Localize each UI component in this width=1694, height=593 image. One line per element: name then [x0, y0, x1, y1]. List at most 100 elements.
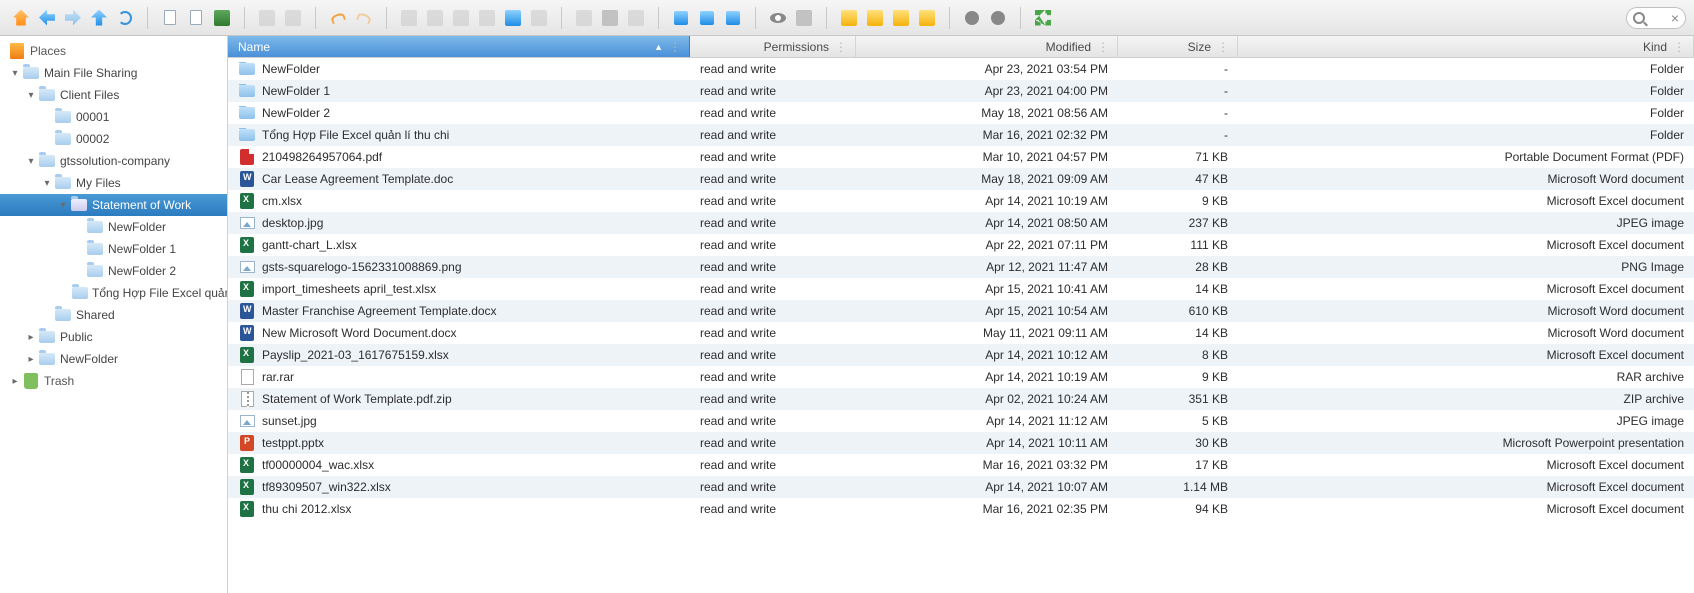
twisty-icon[interactable]	[40, 178, 54, 189]
file-row[interactable]: testppt.pptxread and writeApr 14, 2021 1…	[228, 432, 1694, 454]
twisty-icon[interactable]	[24, 332, 38, 343]
info-button[interactable]	[791, 5, 817, 31]
back-button[interactable]	[34, 5, 60, 31]
new-file-button[interactable]	[183, 5, 209, 31]
file-permissions: read and write	[700, 62, 776, 76]
file-list[interactable]: NewFolderread and writeApr 23, 2021 03:5…	[228, 58, 1694, 593]
new-window-button[interactable]	[157, 5, 183, 31]
tree-item[interactable]: NewFolder 2	[0, 260, 227, 282]
file-type-icon	[238, 415, 256, 427]
tree-item[interactable]: My Files	[0, 172, 227, 194]
file-row[interactable]: New Microsoft Word Document.docxread and…	[228, 322, 1694, 344]
file-modified: Apr 02, 2021 10:24 AM	[985, 392, 1108, 406]
file-row[interactable]: gsts-squarelogo-1562331008869.pngread an…	[228, 256, 1694, 278]
column-grip-icon[interactable]: ⋮	[669, 40, 679, 54]
search-close-icon[interactable]: ×	[1671, 11, 1679, 25]
tree-item[interactable]: Statement of Work	[0, 194, 227, 216]
trash-item[interactable]: Trash	[0, 370, 227, 392]
twisty-icon[interactable]	[8, 376, 22, 387]
tree-item[interactable]: Tổng Hợp File Excel quản lí thu chi	[0, 282, 227, 304]
tree-item[interactable]: Shared	[0, 304, 227, 326]
twisty-icon[interactable]	[8, 68, 22, 79]
column-modified[interactable]: Modified ⋮	[856, 36, 1118, 57]
select-all-button[interactable]	[597, 5, 623, 31]
file-row[interactable]: 210498264957064.pdfread and writeMar 10,…	[228, 146, 1694, 168]
twisty-icon[interactable]	[24, 90, 38, 101]
options-button[interactable]	[914, 5, 940, 31]
delete-button[interactable]	[526, 5, 552, 31]
column-size[interactable]: Size ⋮	[1118, 36, 1238, 57]
file-row[interactable]: NewFolder 1read and writeApr 23, 2021 04…	[228, 80, 1694, 102]
tree-item[interactable]: Main File Sharing	[0, 62, 227, 84]
file-row[interactable]: Payslip_2021-03_1617675159.xlsxread and …	[228, 344, 1694, 366]
file-kind: Microsoft Excel document	[1547, 194, 1684, 208]
file-row[interactable]: desktop.jpgread and writeApr 14, 2021 08…	[228, 212, 1694, 234]
twisty-icon[interactable]	[24, 156, 38, 167]
file-kind: Folder	[1650, 106, 1684, 120]
file-row[interactable]: gantt-chart_L.xlsxread and writeApr 22, …	[228, 234, 1694, 256]
tree-item[interactable]: gtssolution-company	[0, 150, 227, 172]
up-button[interactable]	[86, 5, 112, 31]
copy-button[interactable]	[254, 5, 280, 31]
duplicate-button[interactable]	[474, 5, 500, 31]
file-row[interactable]: thu chi 2012.xlsxread and writeMar 16, 2…	[228, 498, 1694, 520]
cut-button[interactable]	[396, 5, 422, 31]
forward-button[interactable]	[60, 5, 86, 31]
file-row[interactable]: Master Franchise Agreement Template.docx…	[228, 300, 1694, 322]
refresh-button[interactable]	[112, 5, 138, 31]
column-grip-icon[interactable]: ⋮	[1097, 40, 1107, 54]
view-cols-button[interactable]	[720, 5, 746, 31]
arrange-button[interactable]	[836, 5, 862, 31]
file-row[interactable]: tf89309507_win322.xlsxread and writeApr …	[228, 476, 1694, 498]
tree-item[interactable]: Client Files	[0, 84, 227, 106]
file-row[interactable]: sunset.jpgread and writeApr 14, 2021 11:…	[228, 410, 1694, 432]
paste-button[interactable]	[280, 5, 306, 31]
column-kind[interactable]: Kind ⋮	[1238, 36, 1694, 57]
file-size: 9 KB	[1202, 370, 1228, 384]
view-list-button[interactable]	[694, 5, 720, 31]
column-grip-icon[interactable]: ⋮	[835, 40, 845, 54]
file-row[interactable]: Car Lease Agreement Template.docread and…	[228, 168, 1694, 190]
select-none-button[interactable]	[571, 5, 597, 31]
column-permissions[interactable]: Permissions ⋮	[690, 36, 856, 57]
tree-item[interactable]: NewFolder	[0, 216, 227, 238]
fullscreen-button[interactable]	[1030, 5, 1056, 31]
file-row[interactable]: Tổng Hợp File Excel quản lí thu chiread …	[228, 124, 1694, 146]
search-box[interactable]: ×	[1626, 7, 1686, 29]
file-row[interactable]: cm.xlsxread and writeApr 14, 2021 10:19 …	[228, 190, 1694, 212]
copy2-button[interactable]	[422, 5, 448, 31]
paste2-button[interactable]	[448, 5, 474, 31]
twisty-icon[interactable]	[24, 354, 38, 365]
settings-button[interactable]	[959, 5, 985, 31]
column-grip-icon[interactable]: ⋮	[1217, 40, 1227, 54]
column-grip-icon[interactable]: ⋮	[1673, 40, 1683, 54]
redo-button[interactable]	[351, 5, 377, 31]
preview-button[interactable]	[765, 5, 791, 31]
file-kind: Microsoft Excel document	[1547, 458, 1684, 472]
folder-icon	[86, 263, 104, 279]
tree-item[interactable]: NewFolder	[0, 348, 227, 370]
eye-icon	[770, 13, 786, 23]
tree-item[interactable]: NewFolder 1	[0, 238, 227, 260]
file-row[interactable]: NewFolderread and writeApr 23, 2021 03:5…	[228, 58, 1694, 80]
select-invert-button[interactable]	[623, 5, 649, 31]
file-row[interactable]: rar.rarread and writeApr 14, 2021 10:19 …	[228, 366, 1694, 388]
file-row[interactable]: tf00000004_wac.xlsxread and writeMar 16,…	[228, 454, 1694, 476]
twisty-icon[interactable]	[56, 200, 70, 211]
help-button[interactable]	[985, 5, 1011, 31]
home-button[interactable]	[8, 5, 34, 31]
view-icons-button[interactable]	[668, 5, 694, 31]
grid-button[interactable]	[888, 5, 914, 31]
rename-button[interactable]	[500, 5, 526, 31]
tree-item[interactable]: 00002	[0, 128, 227, 150]
file-row[interactable]: Statement of Work Template.pdf.zipread a…	[228, 388, 1694, 410]
file-row[interactable]: NewFolder 2read and writeMay 18, 2021 08…	[228, 102, 1694, 124]
save-button[interactable]	[209, 5, 235, 31]
undo-button[interactable]	[325, 5, 351, 31]
sort-button[interactable]	[862, 5, 888, 31]
file-row[interactable]: import_timesheets april_test.xlsxread an…	[228, 278, 1694, 300]
tree-item[interactable]: 00001	[0, 106, 227, 128]
file-permissions: read and write	[700, 260, 776, 274]
tree-item[interactable]: Public	[0, 326, 227, 348]
column-name[interactable]: Name ▲ ⋮	[228, 36, 690, 57]
